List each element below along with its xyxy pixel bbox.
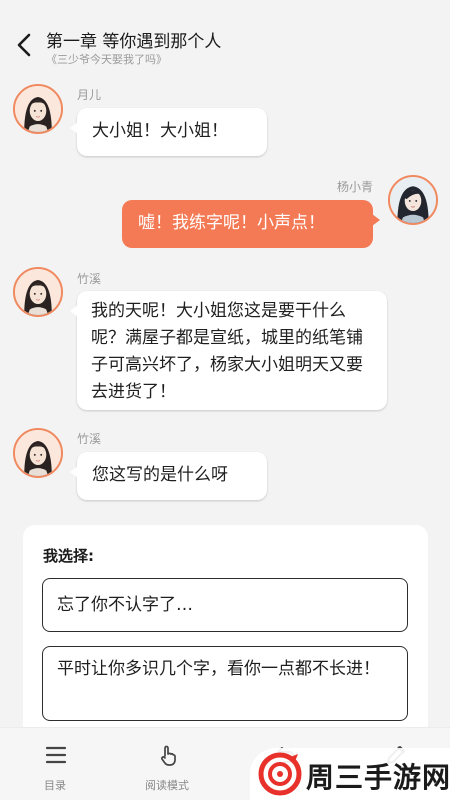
- tap-hand-icon: [161, 745, 176, 766]
- message-bubble-self: 嘘！我练字呢！小声点！: [122, 200, 380, 248]
- choice-option-2[interactable]: 平时让你多识几个字，看你一点都不长进！: [42, 646, 408, 721]
- sender-name: 竹溪: [77, 272, 102, 286]
- message-bubble: 我的天呢！大小姐您这是要干什么呢？满屋子都是宣纸，城里的纸笔铺子可高兴坏了，杨家…: [70, 291, 387, 410]
- choice-option-1[interactable]: 忘了你不认字了…: [42, 578, 408, 632]
- avatar-zhuxi[interactable]: [13, 267, 63, 317]
- chapter-title: 第一章 等你遇到那个人: [46, 32, 222, 52]
- watermark-text: 周三手游网: [306, 761, 450, 794]
- choice-panel-title: 我选择:: [43, 547, 94, 565]
- message-bubble: 大小姐！大小姐！: [70, 108, 267, 156]
- message-bubble: 您这写的是什么呀: [70, 452, 267, 500]
- sender-name: 竹溪: [77, 432, 102, 446]
- chapter-header: 第一章 等你遇到那个人 《三少爷今天娶我了吗》: [0, 0, 450, 74]
- toc-button[interactable]: 目录: [10, 728, 100, 800]
- avatar-yangxiaoqing[interactable]: [388, 175, 438, 225]
- choice-panel: 我选择: 忘了你不认字了… 平时让你多识几个字，看你一点都不长进！: [23, 525, 428, 755]
- sender-name: 月儿: [77, 88, 102, 102]
- menu-icon: [45, 746, 67, 764]
- avatar-yueer[interactable]: [13, 84, 63, 134]
- toc-label: 目录: [44, 779, 66, 792]
- back-arrow-icon[interactable]: [14, 32, 36, 58]
- watermark-logo-icon: [258, 752, 302, 796]
- read-mode-button[interactable]: 阅读模式: [122, 728, 212, 800]
- book-title: 《三少爷今天娶我了吗》: [46, 53, 167, 66]
- read-mode-label: 阅读模式: [145, 779, 189, 792]
- watermark-badge: 周三手游网: [250, 748, 450, 800]
- sender-name: 杨小青: [336, 180, 373, 194]
- avatar-zhuxi[interactable]: [13, 428, 63, 478]
